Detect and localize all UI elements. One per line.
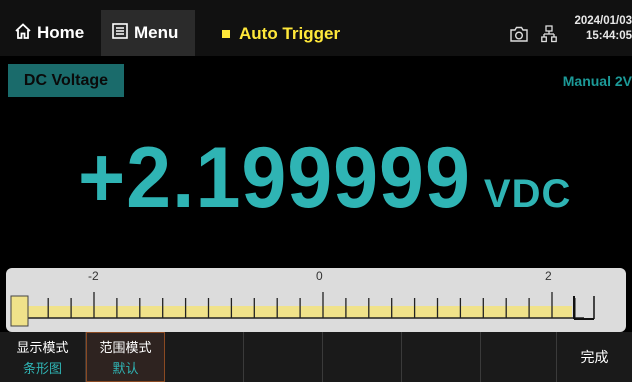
date-text: 2024/01/03 [574,15,632,27]
softkey-label: 显示模式 [16,340,69,355]
softkey-empty-5[interactable] [323,332,402,382]
softkey-empty-4[interactable] [244,332,323,382]
main-reading: +2.199999 VDC [78,128,571,228]
softkey-label: 完成 [580,349,609,365]
trigger-indicator-icon [222,30,230,38]
trigger-status[interactable]: Auto Trigger [222,22,340,46]
softkey-value: 条形图 [22,361,62,376]
softkey-empty-7[interactable] [481,332,557,382]
home-label: Home [37,23,85,42]
date-time: 2024/01/03 15:44:05 [562,14,632,44]
range-label: Manual 2V [562,73,632,89]
camera-icon[interactable] [509,25,529,48]
reading-value: +2.199999 [78,130,471,226]
bar-graph-canvas [10,292,595,327]
bar-graph: -2 0 2 [6,268,626,332]
bar-fill [26,306,572,318]
softkey-empty-6[interactable] [402,332,481,382]
trigger-label: Auto Trigger [239,24,341,43]
function-label[interactable]: DC Voltage [8,64,124,97]
softkey-empty-3[interactable] [165,332,244,382]
top-bar: Home Menu Auto Trigger 2024/01/03 15:44:… [0,0,632,56]
softkey-label: 范围模式 [99,340,152,355]
home-icon [14,22,37,45]
network-icon [541,25,557,48]
bar-left-marker [10,295,29,327]
softkey-value: 默认 [112,361,139,376]
softkey-done[interactable]: 完成 [557,332,632,382]
home-button[interactable]: Home [6,10,96,56]
softkey-range-mode[interactable]: 范围模式 默认 [86,332,165,382]
softkey-display-mode[interactable]: 显示模式 条形图 [0,332,86,382]
softkey-bar: 显示模式 条形图 范围模式 默认 完成 [0,332,632,382]
reading-unit: VDC [483,172,572,216]
menu-button[interactable]: Menu [101,10,195,56]
time-text: 15:44:05 [585,30,632,42]
menu-icon [111,22,134,45]
menu-label: Menu [134,23,179,42]
